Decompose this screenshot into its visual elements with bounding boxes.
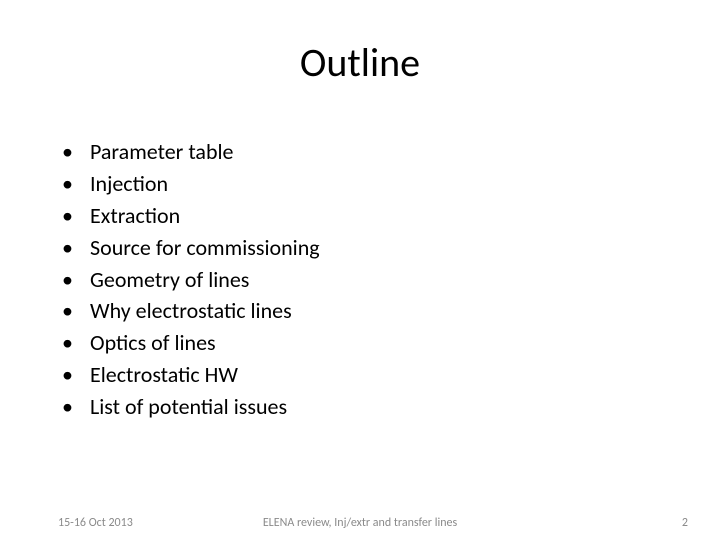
list-item: Parameter table	[58, 136, 662, 168]
list-item: Extraction	[58, 200, 662, 232]
footer-center-text: ELENA review, Inj/extr and transfer line…	[0, 516, 720, 530]
slide-body: Parameter table Injection Extraction Sou…	[58, 136, 662, 423]
footer-page-number: 2	[682, 516, 688, 530]
list-item: Optics of lines	[58, 327, 662, 359]
list-item: Why electrostatic lines	[58, 295, 662, 327]
list-item: List of potential issues	[58, 391, 662, 423]
list-item: Electrostatic HW	[58, 359, 662, 391]
slide-title: Outline	[0, 38, 720, 87]
list-item: Injection	[58, 168, 662, 200]
slide: Outline Parameter table Injection Extrac…	[0, 0, 720, 540]
list-item: Source for commissioning	[58, 232, 662, 264]
list-item: Geometry of lines	[58, 264, 662, 296]
bullet-list: Parameter table Injection Extraction Sou…	[58, 136, 662, 423]
